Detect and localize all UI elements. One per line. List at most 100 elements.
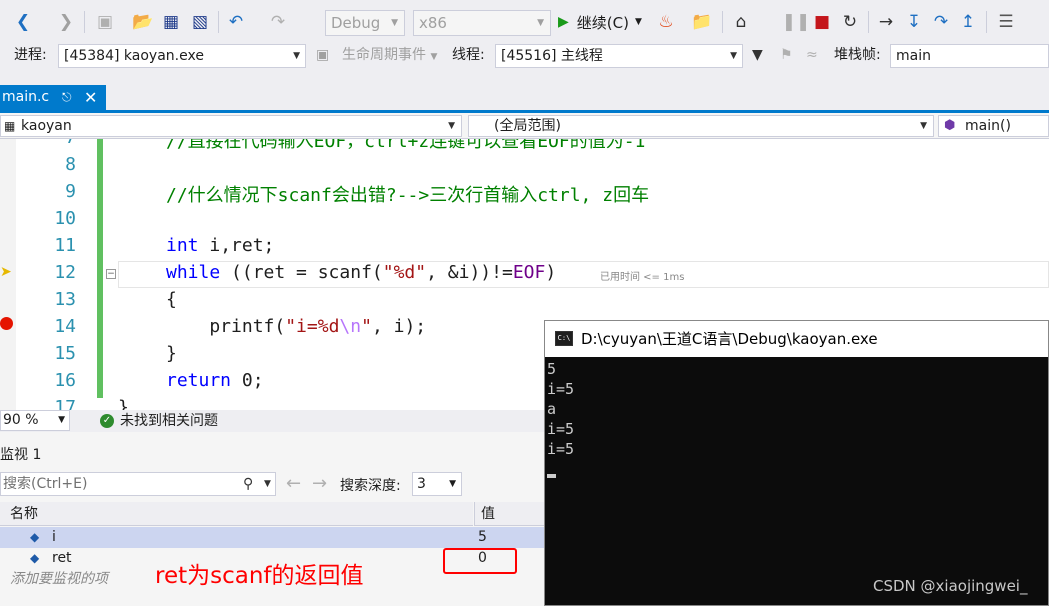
debug-location-toolbar: 进程: [45384] kaoyan.exe ▼ ▣ 生命周期事件 ▼ 线程: [… — [0, 44, 1049, 68]
breakpoint-icon[interactable] — [0, 317, 13, 330]
search-icon: ⚲ — [243, 476, 254, 492]
continue-button[interactable]: ▶ 继续(C) ▼ — [558, 8, 654, 36]
solution-config-select[interactable]: Debug ▼ — [325, 10, 405, 36]
watch-title[interactable]: 监视 1 — [0, 442, 41, 468]
show-next-statement-icon[interactable]: → — [874, 8, 898, 36]
toolbar-separator — [218, 11, 219, 33]
redo-icon[interactable]: ↷ — [266, 8, 290, 36]
toolbar-separator — [868, 11, 869, 33]
scope-select[interactable]: (全局范围) ▼ — [468, 115, 934, 137]
console-output-line: i=5 — [547, 380, 575, 398]
back-icon[interactable]: ❮ — [12, 8, 34, 36]
search-next-icon[interactable]: → — [312, 473, 327, 494]
pause-icon[interactable]: ❚❚ — [782, 8, 811, 36]
home-icon[interactable]: ⌂ — [728, 8, 754, 36]
step-out-icon[interactable]: ↥ — [958, 8, 978, 36]
code-comment: //什么情况下scanf会出错?-->三次行首输入ctrl, z回车 — [166, 185, 650, 206]
process-label: 进程: — [14, 47, 47, 63]
code-comment: //直接在代码输入EOF，ctrl+z连键可以查看EOF的值为-1 — [166, 139, 646, 152]
flag-threads-icon[interactable]: ⚑ — [780, 45, 793, 65]
diagnostic-icon[interactable]: ☰ — [994, 8, 1018, 36]
lifecycle-icon: ▣ — [316, 47, 330, 63]
search-depth-label: 搜索深度: — [340, 478, 401, 494]
issues-status[interactable]: 未找到相关问题 — [120, 410, 218, 432]
tab-main-c[interactable]: main.c ⎋ ✕ — [0, 85, 106, 110]
new-project-icon[interactable]: ▣ — [92, 8, 118, 36]
open-folder-icon[interactable]: 📂 — [132, 8, 154, 36]
stack-frame-select[interactable]: main — [890, 44, 1049, 68]
watermark: CSDN @xiaojingwei_ — [873, 577, 1028, 595]
navigation-bar: ▦ kaoyan ▼ (全局范围) ▼ ⬢ main() — [0, 113, 1049, 139]
code-line-brace: } — [118, 397, 129, 410]
console-output-line: i=5 — [547, 440, 575, 458]
forward-icon[interactable]: ❯ — [56, 8, 76, 36]
line-number: 15 — [54, 343, 76, 364]
chevron-down-icon[interactable]: ▼ — [264, 473, 271, 495]
annotation-highlight-box — [443, 548, 517, 574]
line-number: 17 — [54, 397, 76, 410]
line-number: 7 — [30, 139, 76, 148]
code-line-printf: printf("i=%d\n", i); — [166, 316, 427, 337]
zoom-select[interactable]: 90 % ▼ — [0, 410, 70, 431]
code-line-declaration: int i,ret; — [166, 235, 275, 256]
lifecycle-events-button[interactable]: 生命周期事件 ▼ — [342, 45, 437, 67]
line-number: 16 — [54, 370, 76, 391]
column-header-name[interactable]: 名称 — [0, 502, 473, 526]
method-icon: ⬢ — [944, 118, 956, 133]
filter-icon[interactable]: ▼ — [752, 45, 763, 65]
fold-toggle-icon[interactable]: − — [106, 269, 116, 279]
process-select[interactable]: [45384] kaoyan.exe ▼ — [58, 44, 306, 68]
annotation-text: ret为scanf的返回值 — [155, 563, 364, 589]
step-over-icon[interactable]: ↷ — [930, 8, 952, 36]
thread-label: 线程: — [452, 47, 485, 63]
main-toolbar: ❮ ❯ ▣ 📂 ▦ ▧ ↶ ↷ Debug ▼ x86 ▼ ▶ 继续(C) ▼ ♨ … — [0, 0, 1049, 44]
toolbar-separator — [986, 11, 987, 33]
console-cursor — [547, 474, 556, 478]
pin-icon[interactable]: ⎋ — [62, 85, 72, 110]
code-line-brace: } — [166, 343, 177, 364]
platform-select[interactable]: x86 ▼ — [413, 10, 551, 36]
line-number: 10 — [54, 208, 76, 229]
search-previous-icon[interactable]: ← — [286, 473, 301, 494]
hot-reload-icon[interactable]: ♨ — [656, 8, 676, 36]
find-in-files-icon[interactable]: 📁 — [690, 8, 714, 36]
line-number: 12 — [54, 262, 76, 283]
perf-tip: 已用时间 <= 1ms — [600, 272, 685, 283]
document-tab-strip: main.c ⎋ ✕ — [0, 68, 1049, 112]
variable-icon: ◆ — [30, 530, 40, 544]
change-tracking-bar — [97, 139, 103, 398]
search-depth-select[interactable]: 3 ▼ — [412, 472, 462, 496]
editor-status-bar: 90 % ▼ ✓ 未找到相关问题 — [0, 410, 544, 432]
table-row[interactable]: ◆ i 5 — [0, 527, 544, 548]
expand-callstack-icon[interactable]: ≈ — [806, 45, 818, 65]
project-icon: ▦ — [4, 119, 16, 133]
restart-icon[interactable]: ↻ — [838, 8, 862, 36]
save-all-icon[interactable]: ▧ — [188, 8, 212, 36]
console-output-line: a — [547, 400, 557, 418]
current-statement-arrow-icon: ➤ — [0, 264, 12, 280]
console-output-line: 5 — [547, 360, 557, 378]
save-icon[interactable]: ▦ — [160, 8, 182, 36]
toolbar-separator — [84, 11, 85, 33]
code-line-while: while ((ret = scanf("%d", &i))!=EOF) — [166, 262, 557, 283]
play-icon: ▶ — [558, 14, 569, 30]
project-select[interactable]: ▦ kaoyan ▼ — [0, 115, 462, 137]
function-select[interactable]: ⬢ main() — [938, 115, 1049, 137]
watch-search-input[interactable]: 搜索(Ctrl+E) ⚲ ▼ — [0, 472, 276, 496]
column-header-value[interactable]: 值 — [474, 502, 544, 526]
stack-frame-label: 堆栈帧: — [834, 47, 881, 63]
step-into-icon[interactable]: ↧ — [904, 8, 924, 36]
code-line-return: return 0; — [166, 370, 264, 391]
code-line-brace: { — [166, 289, 177, 310]
console-output-line: i=5 — [547, 420, 575, 438]
undo-icon[interactable]: ↶ — [224, 8, 248, 36]
console-window[interactable]: C:\ D:\cyuyan\王道C语言\Debug\kaoyan.exe 5 i… — [544, 320, 1049, 606]
stop-icon[interactable]: ■ — [812, 8, 832, 36]
close-icon[interactable]: ✕ — [84, 85, 97, 110]
thread-select[interactable]: [45516] 主线程 ▼ — [495, 44, 743, 68]
line-number: 8 — [65, 154, 76, 175]
line-number: 11 — [54, 235, 76, 256]
line-number: 13 — [54, 289, 76, 310]
console-app-icon: C:\ — [555, 331, 573, 346]
console-title-bar[interactable]: C:\ D:\cyuyan\王道C语言\Debug\kaoyan.exe — [545, 321, 1048, 357]
